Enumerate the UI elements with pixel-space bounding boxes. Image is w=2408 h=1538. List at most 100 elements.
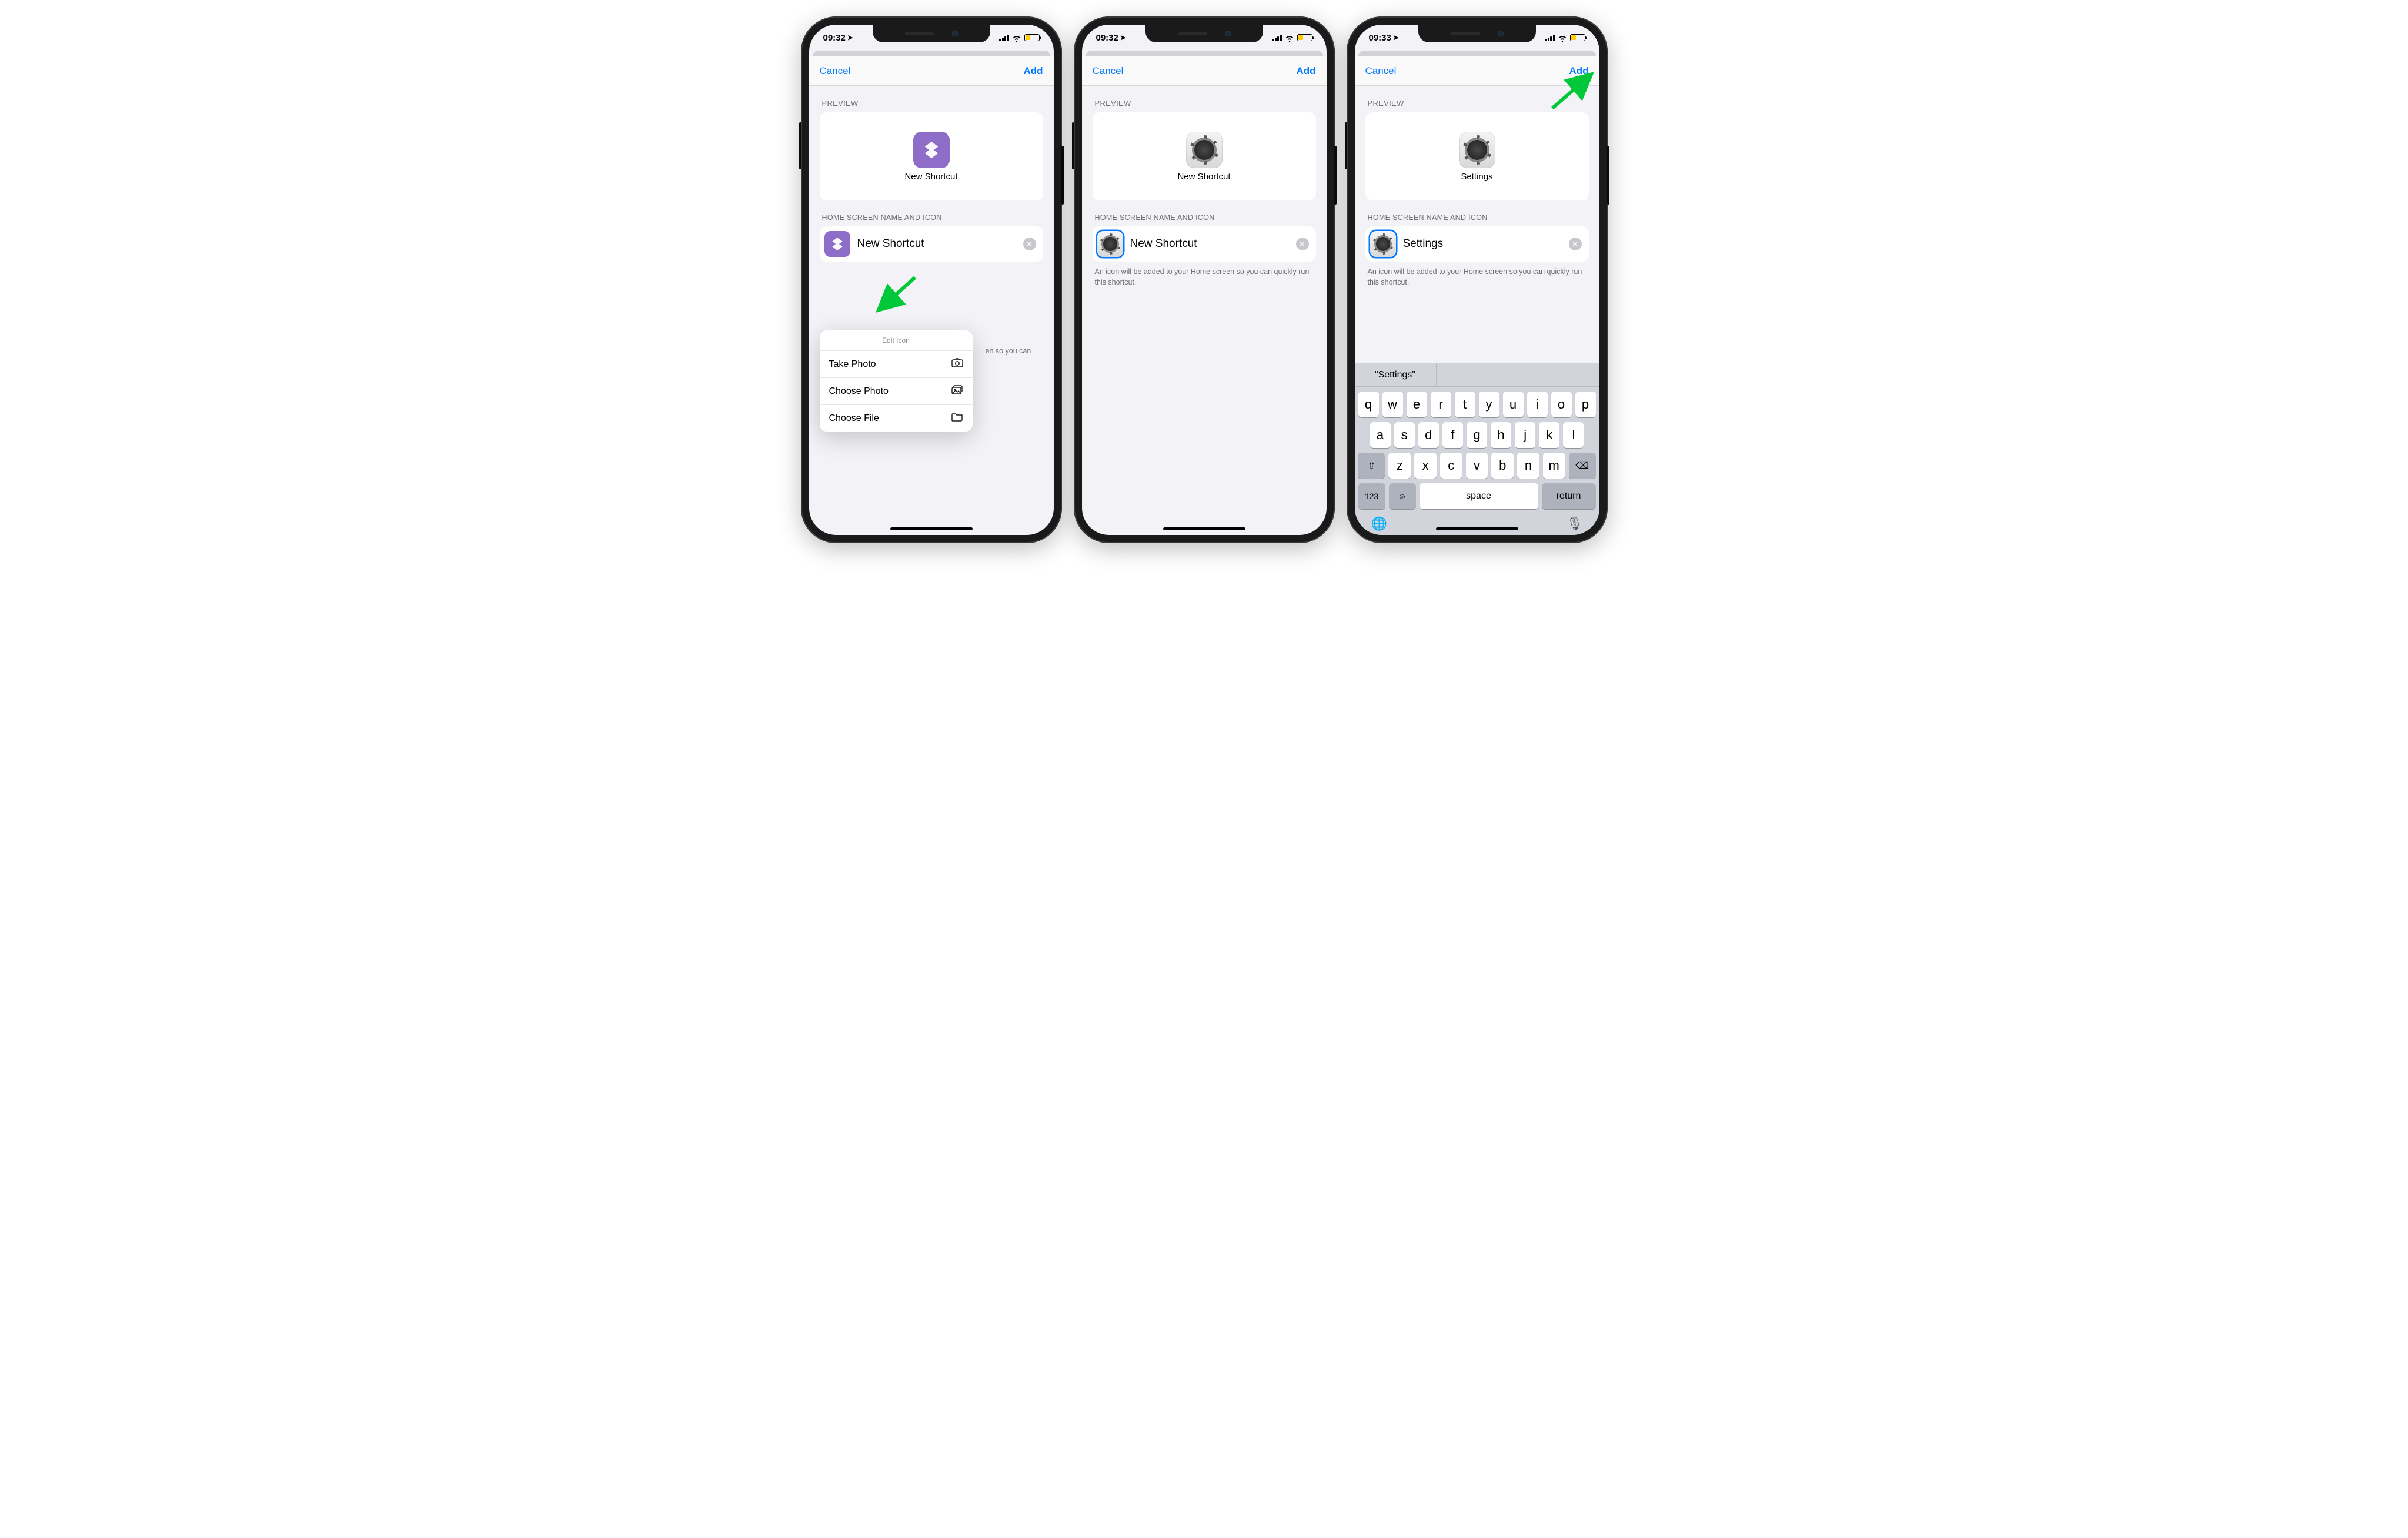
take-photo-item[interactable]: Take Photo [820,351,973,378]
folder-icon [951,412,963,424]
key-w[interactable]: w [1382,392,1403,417]
name-card: ✕ [1365,226,1589,262]
camera-icon [951,358,963,370]
key-q[interactable]: q [1358,392,1379,417]
keyboard-suggestion-empty[interactable] [1437,363,1518,386]
annotation-arrow [874,273,921,323]
key-r[interactable]: r [1431,392,1451,417]
popover-title: Edit Icon [820,330,973,351]
cellular-signal-icon [1545,35,1555,41]
preview-card: New Shortcut [1093,112,1316,200]
key-123[interactable]: 123 [1358,483,1385,509]
help-text: An icon will be added to your Home scree… [1093,262,1316,287]
key-g[interactable]: g [1467,422,1487,448]
keyboard-row-4: 123 ☺ space return [1358,483,1596,509]
key-z[interactable]: z [1388,453,1411,479]
add-button[interactable]: Add [1023,65,1043,77]
shortcut-name-input[interactable] [1130,238,1289,250]
keyboard-row-2: a s d f g h j k l [1358,422,1596,448]
sheet-grabber [1086,51,1323,56]
add-button[interactable]: Add [1296,65,1315,77]
shortcuts-app-icon [913,132,950,168]
status-time: 09:32 [1096,33,1118,43]
popover-item-label: Choose File [829,413,879,424]
preview-card: Settings [1365,112,1589,200]
clear-text-button[interactable]: ✕ [1296,238,1309,250]
content-area: PREVIEW New Shortcut HOME SCREEN NAME AN… [809,86,1054,535]
key-k[interactable]: k [1539,422,1559,448]
key-e[interactable]: e [1407,392,1427,417]
key-s[interactable]: s [1394,422,1415,448]
key-o[interactable]: o [1551,392,1572,417]
key-t[interactable]: t [1455,392,1475,417]
popover-item-label: Choose Photo [829,386,889,397]
home-indicator [1436,527,1518,530]
location-arrow-icon: ➤ [847,34,853,42]
key-m[interactable]: m [1543,453,1565,479]
key-n[interactable]: n [1517,453,1539,479]
key-v[interactable]: v [1466,453,1488,479]
key-space[interactable]: space [1420,483,1538,509]
help-text-partial: en so you can [986,346,1049,356]
key-backspace[interactable]: ⌫ [1569,453,1596,479]
key-b[interactable]: b [1491,453,1514,479]
notch [1418,25,1536,42]
key-j[interactable]: j [1515,422,1535,448]
clear-text-button[interactable]: ✕ [1569,238,1582,250]
wifi-icon [1012,34,1021,41]
screen: 09:32 ➤ Cancel Add PREVIEW New Shortcut … [809,25,1054,535]
keyboard-suggestion[interactable]: "Settings" [1355,363,1437,386]
key-x[interactable]: x [1414,453,1437,479]
shortcut-name-input[interactable] [857,238,1016,250]
battery-icon [1570,34,1585,41]
key-f[interactable]: f [1442,422,1463,448]
edit-icon-button[interactable] [1097,231,1123,257]
cancel-button[interactable]: Cancel [820,65,851,77]
gear-icon [1459,132,1495,168]
sheet-grabber [813,51,1050,56]
key-return[interactable]: return [1542,483,1596,509]
name-icon-header: HOME SCREEN NAME AND ICON [1093,200,1316,226]
preview-card: New Shortcut [820,112,1043,200]
preview-header: PREVIEW [820,86,1043,112]
edit-icon-button[interactable] [824,231,850,257]
keyboard: "Settings" q w e r t y u i o p a s d f [1355,363,1599,535]
dictation-icon[interactable]: 🎙 [1567,516,1583,531]
name-icon-header: HOME SCREEN NAME AND ICON [1365,200,1589,226]
key-a[interactable]: a [1370,422,1391,448]
key-h[interactable]: h [1491,422,1511,448]
cancel-button[interactable]: Cancel [1365,65,1397,77]
cancel-button[interactable]: Cancel [1093,65,1124,77]
edit-icon-button[interactable] [1370,231,1396,257]
add-button[interactable]: Add [1569,65,1588,77]
preview-label: New Shortcut [904,172,957,182]
shortcut-name-input[interactable] [1403,238,1562,250]
key-c[interactable]: c [1440,453,1462,479]
key-i[interactable]: i [1527,392,1548,417]
nav-bar: Cancel Add [1355,56,1599,86]
choose-photo-item[interactable]: Choose Photo [820,378,973,405]
key-u[interactable]: u [1503,392,1524,417]
key-emoji[interactable]: ☺ [1389,483,1416,509]
key-p[interactable]: p [1575,392,1596,417]
key-shift[interactable]: ⇧ [1358,453,1385,479]
notch [1145,25,1263,42]
screen: 09:32 ➤ Cancel Add PREVIEW New Shortcut … [1082,25,1327,535]
status-time: 09:33 [1369,33,1391,43]
key-d[interactable]: d [1418,422,1439,448]
preview-label: Settings [1461,172,1492,182]
preview-label: New Shortcut [1177,172,1230,182]
popover-item-label: Take Photo [829,359,876,370]
key-l[interactable]: l [1563,422,1584,448]
status-time: 09:32 [823,33,846,43]
nav-bar: Cancel Add [1082,56,1327,86]
choose-file-item[interactable]: Choose File [820,405,973,432]
globe-icon[interactable]: 🌐 [1371,516,1387,531]
clear-text-button[interactable]: ✕ [1023,238,1036,250]
keyboard-row-1: q w e r t y u i o p [1358,392,1596,417]
suggestion-bar: "Settings" [1355,363,1599,387]
keyboard-suggestion-empty[interactable] [1518,363,1599,386]
key-y[interactable]: y [1479,392,1499,417]
battery-icon [1024,34,1040,41]
phone-frame-2: 09:32 ➤ Cancel Add PREVIEW New Shortcut … [1074,16,1335,543]
